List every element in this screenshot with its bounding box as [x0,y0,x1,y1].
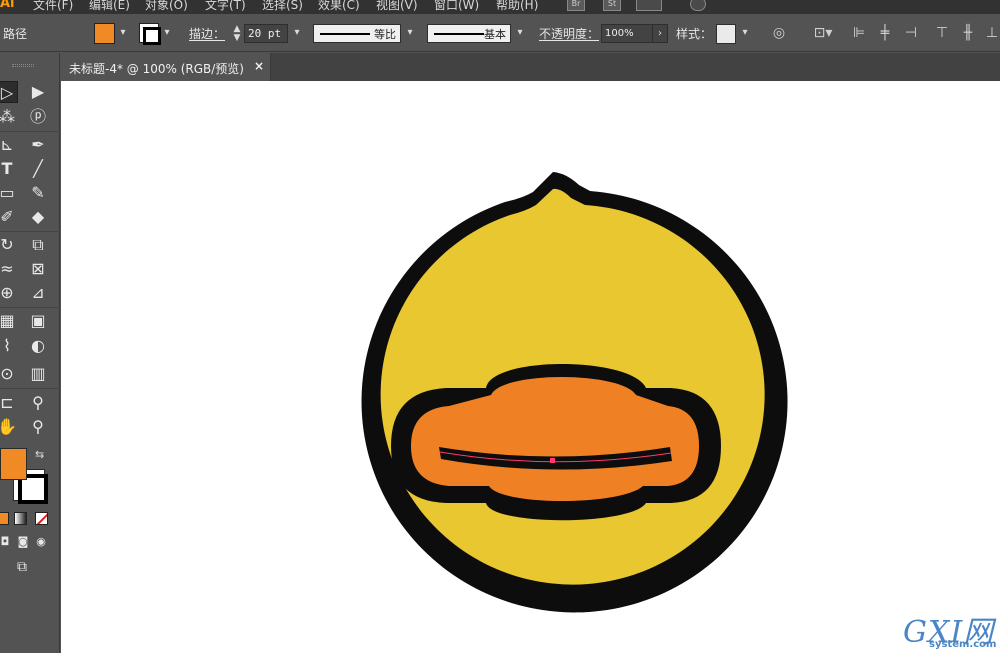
object-type-label: 路径 [3,27,28,41]
line-segment-tool-icon[interactable]: ╱ [27,158,49,180]
document-tab[interactable]: 未标题-4* @ 100% (RGB/预览) × [60,53,271,81]
document-tab-bar: 未标题-4* @ 100% (RGB/预览) × [60,53,1000,81]
opacity-slider-arrow-icon[interactable]: › [652,24,668,43]
draw-inside-icon[interactable]: ◉ [30,531,52,553]
zoom-tool-icon[interactable]: ⚲ [27,416,49,438]
app-logo: Ai [0,0,15,11]
menu-window[interactable]: 窗口(W) [434,0,479,13]
paintbrush-tool-icon[interactable]: ✎ [27,182,49,204]
menu-help[interactable]: 帮助(H) [496,0,538,13]
slice-tool-icon[interactable]: ⚲ [27,392,49,414]
column-graph-tool-icon[interactable]: ▥ [27,363,49,385]
scale-tool-icon[interactable]: ⧉ [27,234,49,256]
fill-color-swatch[interactable] [94,23,115,44]
opacity-field[interactable]: 100% [601,24,653,43]
style-dropdown-chevron-icon[interactable]: ▾ [739,26,751,40]
symbol-sprayer-tool-icon[interactable]: ⊙ [0,363,18,385]
screen-mode-icon[interactable]: ⧉ [11,556,33,578]
gradient-tool-icon[interactable]: ▣ [27,310,49,332]
align-to-icon[interactable]: ⊡▾ [811,25,835,41]
align-bottom-icon[interactable]: ⊥ [984,25,1000,41]
gpu-performance-icon[interactable] [690,0,706,11]
stroke-label[interactable]: 描边： [189,25,225,42]
menu-file[interactable]: 文件(F) [33,0,73,13]
align-left-icon[interactable]: ⊫ [851,25,867,41]
brush-label: 基本 [484,28,506,41]
panel-grip[interactable] [12,64,34,67]
type-tool-icon[interactable]: T [0,158,18,180]
menu-effect[interactable]: 效果(C) [318,0,360,13]
menu-object[interactable]: 对象(O) [145,0,188,13]
color-mode-icon[interactable] [0,512,9,525]
rectangle-tool-icon[interactable]: ▭ [0,182,18,204]
stroke-weight-stepper-icon[interactable]: ▲ ▼ [231,25,243,43]
stroke-weight-dropdown-chevron-icon[interactable]: ▾ [291,26,303,40]
none-mode-icon[interactable] [35,512,48,525]
direct-selection-tool-icon[interactable]: ▶ [27,81,49,103]
align-top-icon[interactable]: ⊤ [934,25,950,41]
brush-definition-select[interactable]: 基本 [427,24,511,43]
style-label: 样式： [676,27,713,41]
magic-wand-tool-icon[interactable]: ⁂ [0,106,18,128]
profile-line-preview [320,33,370,35]
anchor-point-tool-icon[interactable]: ⊾ [0,134,18,156]
menu-view[interactable]: 视图(V) [376,0,418,13]
menu-edit[interactable]: 编辑(E) [89,0,130,13]
duck-artwork[interactable] [61,81,1000,653]
eyedropper-tool-icon[interactable]: ⌇ [0,335,18,357]
eraser-tool-icon[interactable]: ◆ [27,206,49,228]
hand-tool-icon[interactable]: ✋ [0,416,18,438]
variable-width-profile-select[interactable]: 等比 [313,24,401,43]
selection-tool-icon[interactable]: ▷ [0,81,18,103]
shaper-tool-icon[interactable]: ✐ [0,206,18,228]
pen-tool-icon[interactable]: ✒ [27,134,49,156]
artboard-canvas[interactable] [61,81,1000,653]
stroke-color-swatch[interactable] [139,23,161,45]
tools-panel: ▷ ▶ ⁂ ⓟ ⊾ ✒ T ╱ ▭ ✎ ✐ ◆ ↻ ⧉ ≈ ⊠ ⊕ ⊿ ▦ ▣ … [0,53,60,653]
toolbox-divider [0,307,60,308]
shape-builder-tool-icon[interactable]: ⊕ [0,282,18,304]
workspace-switcher-icon[interactable] [636,0,662,11]
perspective-grid-tool-icon[interactable]: ⊿ [27,282,49,304]
toolbox-divider [0,131,60,132]
width-tool-icon[interactable]: ≈ [0,258,18,280]
control-bar: 路径 ▾ ▾ 描边： ▲ ▼ 20 pt ▾ 等比 ▾ 基本 ▾ 不透明度： 10… [0,14,1000,52]
document-tab-title: 未标题-4* @ 100% (RGB/预览) [69,62,244,76]
align-right-icon[interactable]: ⊣ [903,25,919,41]
opacity-label[interactable]: 不透明度： [539,25,599,42]
stock-button[interactable]: St [603,0,621,11]
graphic-style-swatch[interactable] [716,24,736,44]
align-vertical-center-icon[interactable]: ╫ [960,25,976,41]
align-horizontal-center-icon[interactable]: ╪ [877,25,893,41]
brush-dropdown-chevron-icon[interactable]: ▾ [514,26,526,40]
path-anchor-point[interactable] [550,458,555,463]
gradient-mode-icon[interactable] [14,512,27,525]
close-tab-icon[interactable]: × [254,59,264,73]
fill-dropdown-chevron-icon[interactable]: ▾ [117,26,129,40]
rotate-tool-icon[interactable]: ↻ [0,234,18,256]
watermark-domain-text: system.com [929,639,997,650]
artboard-tool-icon[interactable]: ⊏ [0,392,18,414]
lasso-tool-icon[interactable]: ⓟ [27,106,49,128]
fill-color-box[interactable] [0,448,27,480]
bridge-button[interactable]: Br [567,0,585,11]
menu-bar: Ai 文件(F) 编辑(E) 对象(O) 文字(T) 选择(S) 效果(C) 视… [0,0,1000,14]
site-watermark: GXI网 system.com [903,611,1000,653]
blend-tool-icon[interactable]: ◐ [27,335,49,357]
toolbox-divider [0,231,60,232]
mesh-tool-icon[interactable]: ▦ [0,310,18,332]
recolor-artwork-icon[interactable]: ◎ [771,25,787,41]
free-transform-tool-icon[interactable]: ⊠ [27,258,49,280]
menu-type[interactable]: 文字(T) [205,0,246,13]
profile-label: 等比 [374,28,396,41]
profile-dropdown-chevron-icon[interactable]: ▾ [404,26,416,40]
stroke-weight-field[interactable]: 20 pt [244,24,288,43]
stroke-dropdown-chevron-icon[interactable]: ▾ [161,26,173,40]
menu-select[interactable]: 选择(S) [262,0,303,13]
toolbox-divider [0,388,60,389]
swap-fill-stroke-icon[interactable]: ⇆ [35,448,44,461]
brush-line-preview [434,33,484,35]
